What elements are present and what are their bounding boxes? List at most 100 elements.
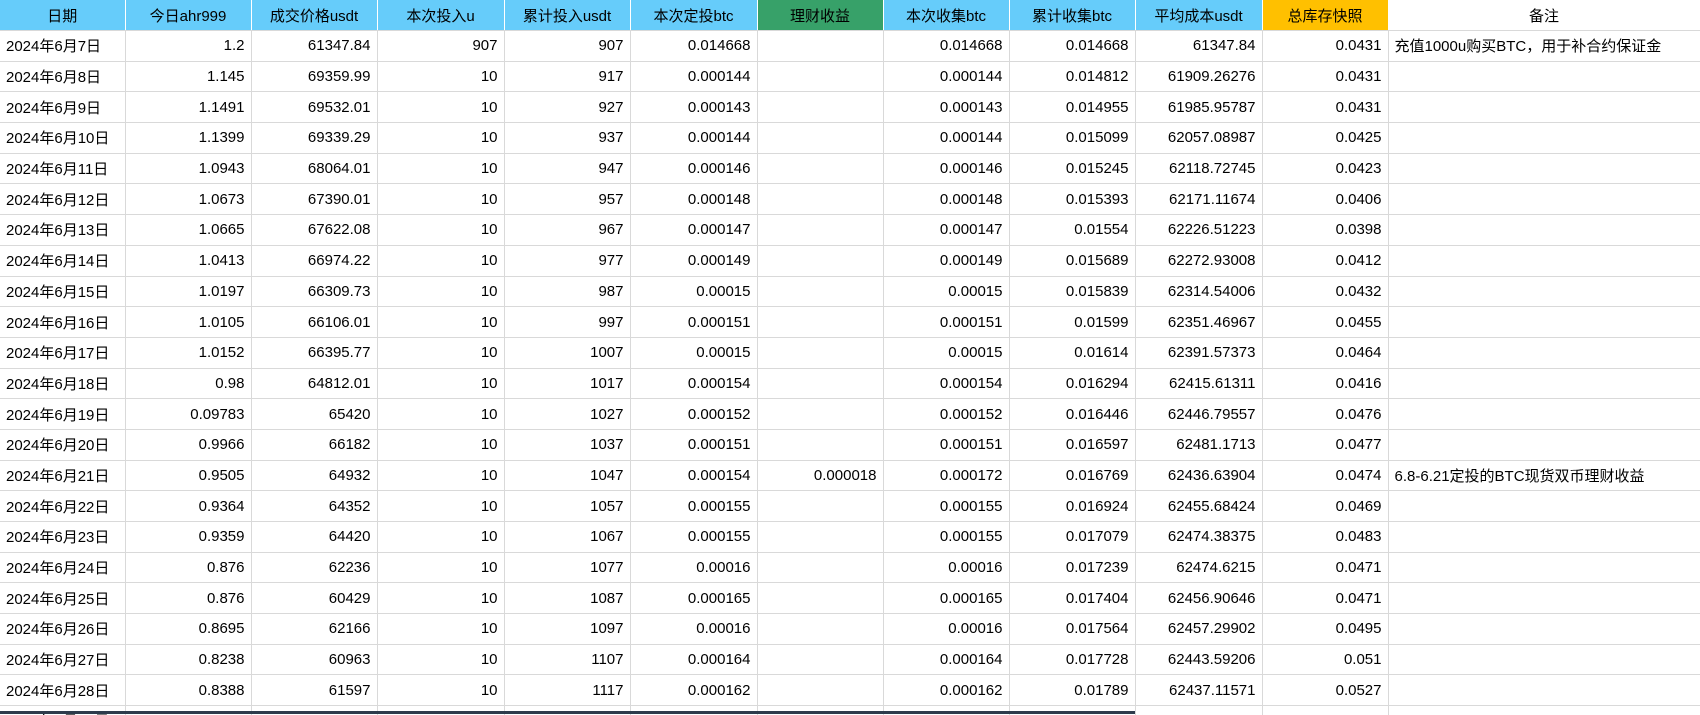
cell-cum_invest_usdt[interactable]: 1017 bbox=[504, 368, 631, 400]
cell-collect_btc[interactable]: 0.00016 bbox=[883, 613, 1010, 645]
cell-ahr999[interactable]: 0.8388 bbox=[125, 674, 252, 707]
column-header-collect_btc[interactable]: 本次收集btc bbox=[883, 0, 1010, 31]
cell-licai_income[interactable]: 0.000018 bbox=[757, 460, 884, 492]
cell-licai_income[interactable] bbox=[757, 61, 884, 93]
cell-date[interactable]: 2024年6月11日 bbox=[0, 153, 126, 185]
cell-licai_income[interactable] bbox=[757, 490, 884, 522]
column-header-ahr999[interactable]: 今日ahr999 bbox=[125, 0, 252, 31]
cell-cum_collect_btc[interactable]: 0.016769 bbox=[1009, 460, 1136, 492]
cell-inventory_snapshot[interactable]: 0.0432 bbox=[1262, 276, 1389, 308]
cell-inventory_snapshot[interactable]: 0.0483 bbox=[1262, 521, 1389, 553]
cell-date[interactable]: 2024年6月28日 bbox=[0, 674, 126, 707]
cell-collect_btc[interactable]: 0.000164 bbox=[883, 644, 1010, 676]
cell-ahr999[interactable]: 1.0197 bbox=[125, 276, 252, 308]
column-header-date[interactable]: 日期 bbox=[0, 0, 126, 31]
cell-licai_income[interactable] bbox=[757, 214, 884, 246]
cell-remark[interactable] bbox=[1388, 582, 1700, 615]
cell-avg_cost_usdt[interactable]: 62314.54006 bbox=[1135, 276, 1263, 308]
cell-avg_cost_usdt[interactable]: 62226.51223 bbox=[1135, 214, 1263, 246]
cell-dca_btc[interactable]: 0.000155 bbox=[630, 521, 758, 553]
cell-collect_btc[interactable]: 0.000152 bbox=[883, 398, 1010, 430]
cell-date[interactable]: 2024年6月15日 bbox=[0, 276, 126, 308]
cell-avg_cost_usdt[interactable]: 62474.38375 bbox=[1135, 521, 1263, 553]
cell-invest_u[interactable]: 10 bbox=[377, 61, 505, 93]
cell-cum_invest_usdt[interactable]: 917 bbox=[504, 61, 631, 93]
cell-cum_invest_usdt[interactable]: 1087 bbox=[504, 582, 631, 615]
cell-remark[interactable] bbox=[1388, 705, 1700, 715]
cell-avg_cost_usdt[interactable]: 62443.59206 bbox=[1135, 644, 1263, 676]
cell-invest_u[interactable]: 10 bbox=[377, 276, 505, 308]
cell-invest_u[interactable]: 10 bbox=[377, 368, 505, 400]
cell-remark[interactable] bbox=[1388, 521, 1700, 553]
cell-avg_cost_usdt[interactable]: 62351.46967 bbox=[1135, 306, 1263, 338]
cell-dca_btc[interactable]: 0.000162 bbox=[630, 674, 758, 707]
cell-licai_income[interactable] bbox=[757, 337, 884, 369]
cell-cum_invest_usdt[interactable]: 957 bbox=[504, 183, 631, 216]
cell-date[interactable]: 2024年6月23日 bbox=[0, 521, 126, 553]
cell-ahr999[interactable]: 0.876 bbox=[125, 582, 252, 615]
cell-price_usdt[interactable]: 61347.84 bbox=[251, 30, 378, 62]
cell-inventory_snapshot[interactable]: 0.0431 bbox=[1262, 30, 1389, 62]
cell-price_usdt[interactable]: 64812.01 bbox=[251, 368, 378, 400]
cell-cum_collect_btc[interactable]: 0.017564 bbox=[1009, 613, 1136, 645]
cell-avg_cost_usdt[interactable]: 62272.93008 bbox=[1135, 245, 1263, 277]
cell-inventory_snapshot[interactable]: 0.0455 bbox=[1262, 306, 1389, 338]
column-header-price_usdt[interactable]: 成交价格usdt bbox=[251, 0, 378, 31]
cell-collect_btc[interactable]: 0.000147 bbox=[883, 214, 1010, 246]
cell-ahr999[interactable]: 0.9505 bbox=[125, 460, 252, 492]
cell-price_usdt[interactable]: 66309.73 bbox=[251, 276, 378, 308]
cell-avg_cost_usdt[interactable]: 62446.79557 bbox=[1135, 398, 1263, 430]
cell-inventory_snapshot[interactable]: 0.0398 bbox=[1262, 214, 1389, 246]
cell-cum_invest_usdt[interactable]: 1047 bbox=[504, 460, 631, 492]
cell-inventory_snapshot[interactable]: 0.0425 bbox=[1262, 122, 1389, 154]
cell-invest_u[interactable]: 10 bbox=[377, 91, 505, 124]
cell-remark[interactable] bbox=[1388, 429, 1700, 461]
cell-avg_cost_usdt[interactable]: 62456.90646 bbox=[1135, 582, 1263, 615]
cell-collect_btc[interactable]: 0.000155 bbox=[883, 490, 1010, 522]
cell-dca_btc[interactable]: 0.014668 bbox=[630, 30, 758, 62]
cell-date[interactable]: 2024年6月27日 bbox=[0, 644, 126, 676]
cell-inventory_snapshot[interactable]: 0.0469 bbox=[1262, 490, 1389, 522]
cell-licai_income[interactable] bbox=[757, 398, 884, 430]
column-header-dca_btc[interactable]: 本次定投btc bbox=[630, 0, 758, 31]
cell-collect_btc[interactable]: 0.000165 bbox=[883, 582, 1010, 615]
cell-ahr999[interactable]: 0.9966 bbox=[125, 429, 252, 461]
cell-date[interactable]: 2024年6月21日 bbox=[0, 460, 126, 492]
cell-inventory_snapshot[interactable]: 0.0471 bbox=[1262, 552, 1389, 584]
cell-licai_income[interactable] bbox=[757, 368, 884, 400]
cell-cum_collect_btc[interactable]: 0.015245 bbox=[1009, 153, 1136, 185]
cell-dca_btc[interactable]: 0.000155 bbox=[630, 490, 758, 522]
cell-collect_btc[interactable]: 0.00015 bbox=[883, 337, 1010, 369]
cell-ahr999[interactable]: 1.0152 bbox=[125, 337, 252, 369]
cell-invest_u[interactable]: 10 bbox=[377, 674, 505, 707]
cell-remark[interactable]: 6.8-6.21定投的BTC现货双币理财收益 bbox=[1388, 460, 1700, 492]
cell-invest_u[interactable]: 10 bbox=[377, 245, 505, 277]
cell-avg_cost_usdt[interactable]: 62391.57373 bbox=[1135, 337, 1263, 369]
cell-date[interactable]: 2024年6月7日 bbox=[0, 30, 126, 62]
cell-collect_btc[interactable]: 0.000155 bbox=[883, 521, 1010, 553]
cell-remark[interactable] bbox=[1388, 368, 1700, 400]
cell-cum_collect_btc[interactable]: 0.016597 bbox=[1009, 429, 1136, 461]
cell-date[interactable]: 2024年6月12日 bbox=[0, 183, 126, 216]
cell-dca_btc[interactable]: 0.000149 bbox=[630, 245, 758, 277]
cell-dca_btc[interactable]: 0.000147 bbox=[630, 214, 758, 246]
cell-licai_income[interactable] bbox=[757, 674, 884, 707]
cell-avg_cost_usdt[interactable]: 62457.29902 bbox=[1135, 613, 1263, 645]
cell-licai_income[interactable] bbox=[757, 91, 884, 124]
cell-cum_collect_btc[interactable]: 0.014812 bbox=[1009, 61, 1136, 93]
cell-price_usdt[interactable]: 62236 bbox=[251, 552, 378, 584]
cell-remark[interactable] bbox=[1388, 337, 1700, 369]
column-header-inventory_snapshot[interactable]: 总库存快照 bbox=[1262, 0, 1389, 31]
cell-ahr999[interactable]: 1.2 bbox=[125, 30, 252, 62]
cell-price_usdt[interactable]: 68064.01 bbox=[251, 153, 378, 185]
cell-ahr999[interactable]: 1.1399 bbox=[125, 122, 252, 154]
cell-price_usdt[interactable]: 69359.99 bbox=[251, 61, 378, 93]
cell-cum_invest_usdt[interactable]: 937 bbox=[504, 122, 631, 154]
cell-collect_btc[interactable]: 0.000154 bbox=[883, 368, 1010, 400]
cell-avg_cost_usdt[interactable]: 62455.68424 bbox=[1135, 490, 1263, 522]
cell-price_usdt[interactable]: 67622.08 bbox=[251, 214, 378, 246]
cell-inventory_snapshot[interactable]: 0.051 bbox=[1262, 644, 1389, 676]
cell-price_usdt[interactable]: 66182 bbox=[251, 429, 378, 461]
cell-cum_collect_btc[interactable]: 0.014668 bbox=[1009, 30, 1136, 62]
cell-ahr999[interactable]: 1.1491 bbox=[125, 91, 252, 124]
